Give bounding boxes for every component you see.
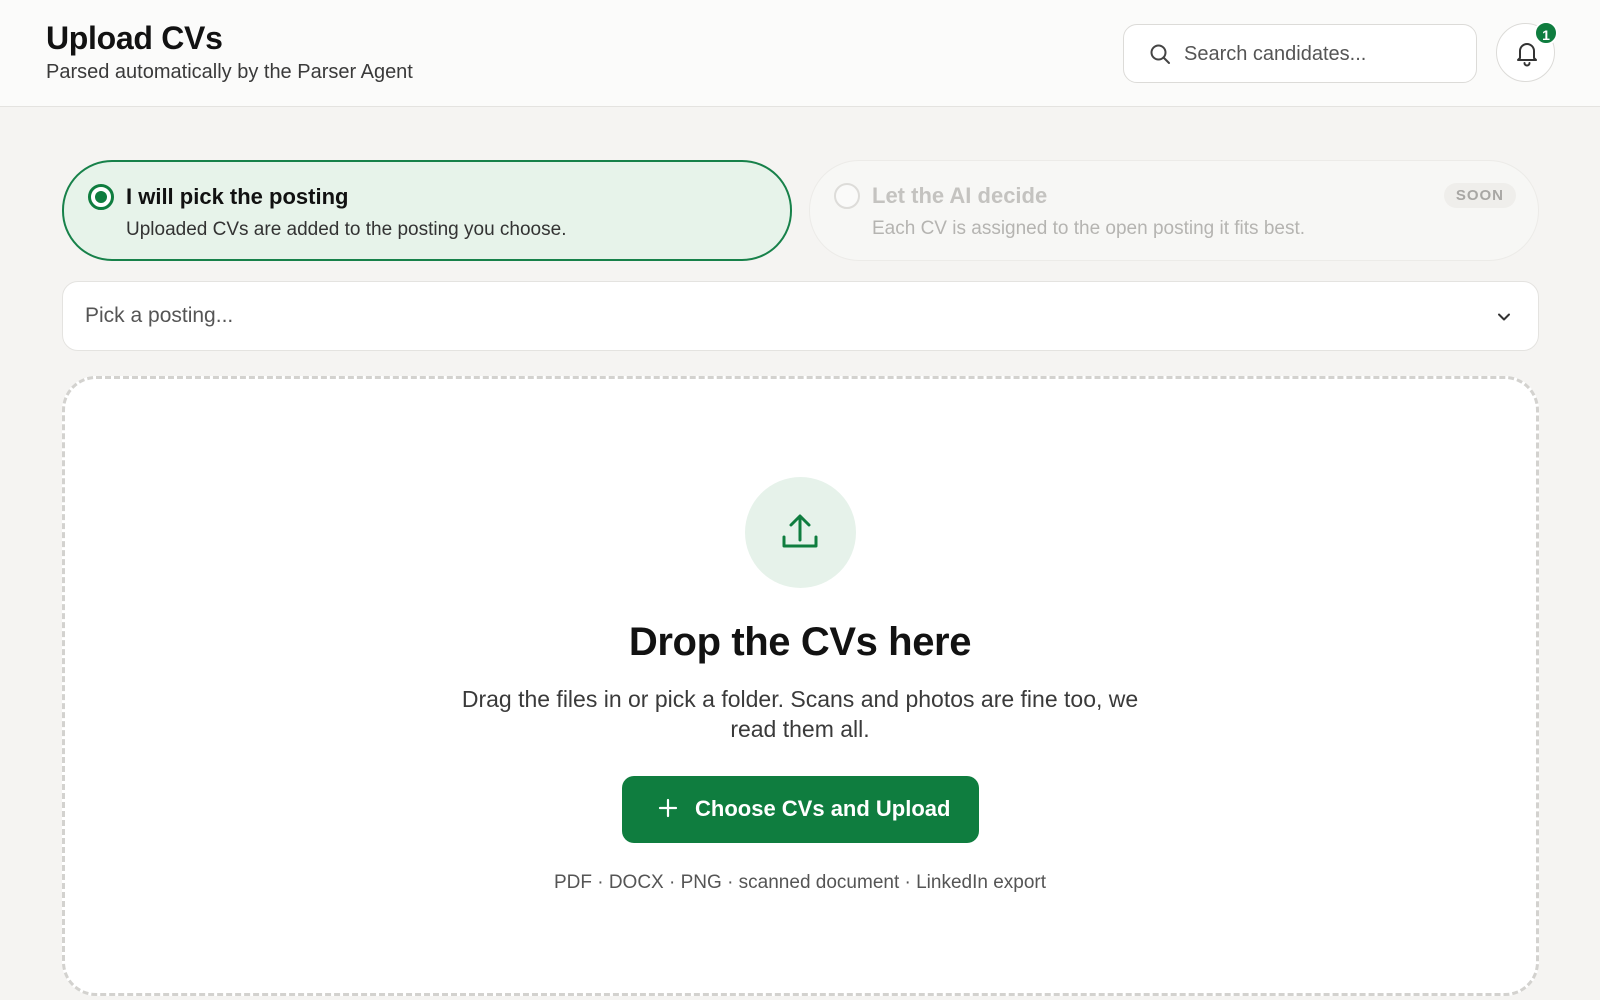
option-ai-decide: Let the AI decide Each CV is assigned to… xyxy=(809,160,1539,261)
choose-cvs-upload-button[interactable]: Choose CVs and Upload xyxy=(622,776,979,843)
radio-selected[interactable] xyxy=(88,184,114,210)
notification-count-badge: 1 xyxy=(1534,21,1558,45)
search-icon xyxy=(1150,44,1170,64)
upload-icon-circle xyxy=(745,477,856,588)
page-title: Upload CVs xyxy=(46,20,223,56)
posting-select-placeholder: Pick a posting... xyxy=(85,304,234,327)
posting-select[interactable]: Pick a posting... xyxy=(62,281,1539,351)
bell-icon xyxy=(1517,43,1537,67)
option-manual-title: I will pick the posting xyxy=(126,184,349,209)
option-manual-description: Uploaded CVs are added to the posting yo… xyxy=(126,219,567,240)
chevron-down-icon xyxy=(1498,313,1510,321)
option-ai-title: Let the AI decide xyxy=(872,183,1048,208)
soon-badge: SOON xyxy=(1443,183,1516,208)
drop-zone-description: Drag the files in or pick a folder. Scan… xyxy=(461,686,1139,742)
supported-formats: PDF · DOCX · PNG · scanned document · Li… xyxy=(553,872,1047,893)
drop-zone-title: Drop the CVs here xyxy=(628,620,972,664)
option-manual-posting[interactable]: I will pick the posting Uploaded CVs are… xyxy=(62,160,792,261)
plus-icon xyxy=(658,798,678,818)
option-ai-description: Each CV is assigned to the open posting … xyxy=(872,218,1306,239)
upload-button-label: Choose CVs and Upload xyxy=(695,796,951,821)
page-header: Upload CVs Parsed automatically by the P… xyxy=(0,0,1600,107)
search-box[interactable] xyxy=(1123,24,1477,83)
upload-icon xyxy=(782,514,818,548)
radio-disabled xyxy=(834,183,860,209)
page-subtitle: Parsed automatically by the Parser Agent xyxy=(46,61,413,83)
search-input[interactable] xyxy=(1184,35,1464,73)
